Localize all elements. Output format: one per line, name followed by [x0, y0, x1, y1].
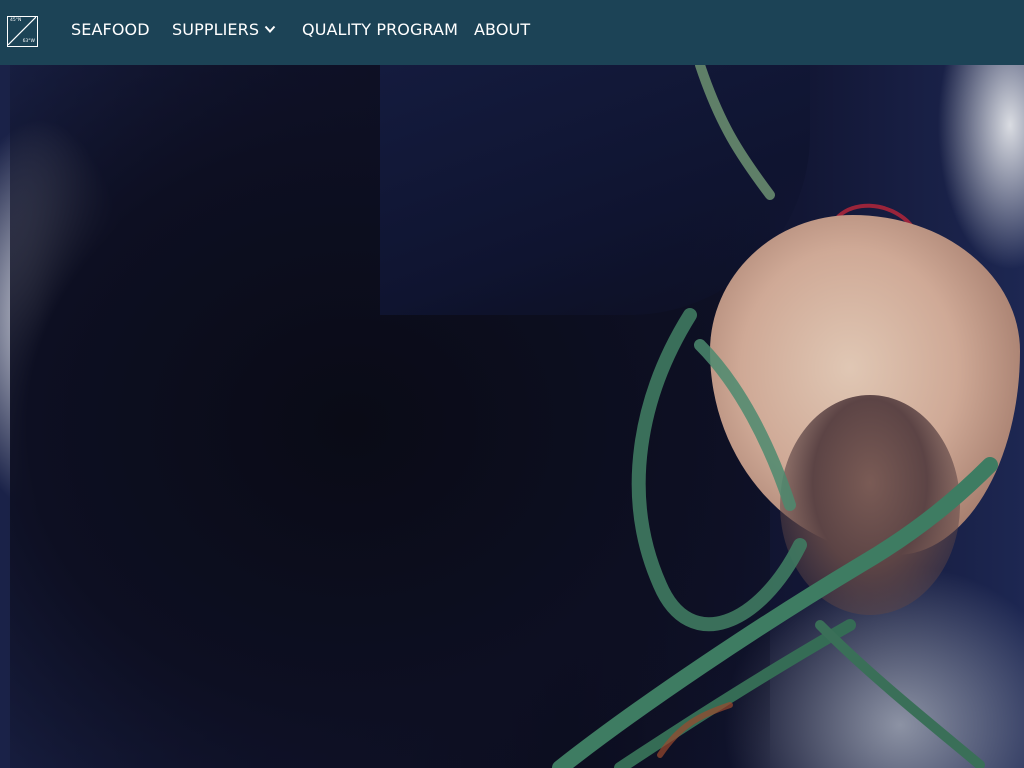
green-rope — [552, 65, 998, 768]
nav-suppliers-link[interactable]: SUPPLIERS — [172, 20, 259, 40]
hero-photo — [0, 65, 1024, 768]
logo-top-text: 45°N — [10, 18, 22, 23]
nav-seafood-link[interactable]: SEAFOOD — [71, 20, 150, 40]
chevron-down-icon[interactable] — [264, 25, 276, 34]
logo-bottom-text: 63°W — [22, 38, 35, 44]
top-navigation-bar: 45°N 63°W SEAFOOD SUPPLIERS QUALITY PROG… — [0, 0, 1024, 65]
nav-quality-program-link[interactable]: QUALITY PROGRAM — [302, 20, 458, 40]
home-logo[interactable]: 45°N 63°W — [7, 16, 38, 47]
nav-about-link[interactable]: ABOUT — [474, 20, 530, 40]
